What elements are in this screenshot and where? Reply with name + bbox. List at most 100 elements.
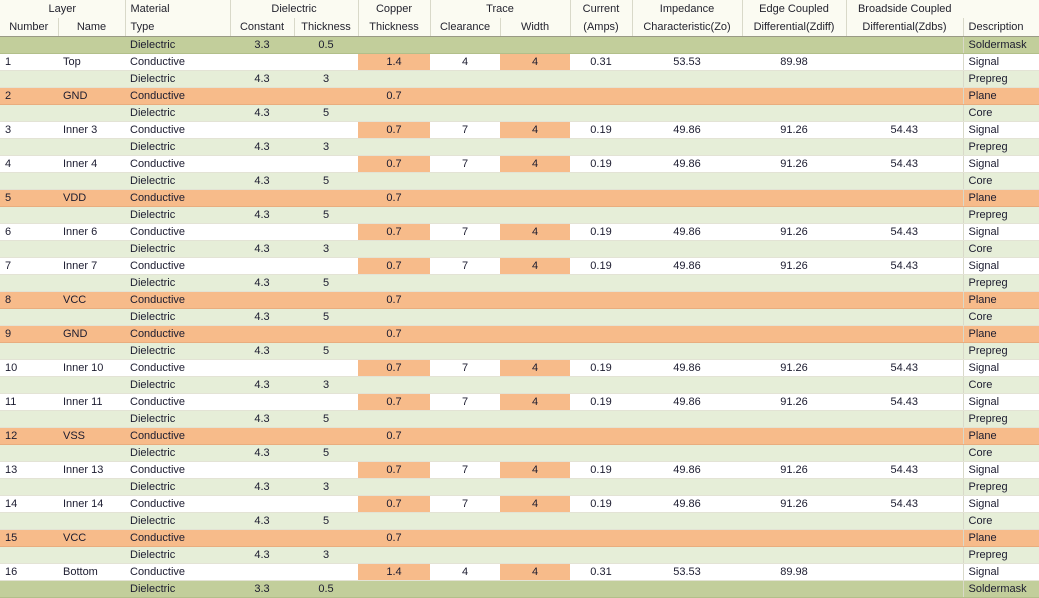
cell-dielectric-constant[interactable]: 4.3 bbox=[230, 308, 294, 326]
cell-layer-name[interactable] bbox=[58, 104, 125, 122]
cell-broadside-coupled-zdbs[interactable] bbox=[846, 427, 964, 445]
cell-edge-coupled-zdiff[interactable] bbox=[742, 172, 847, 190]
cell-broadside-coupled-zdbs[interactable]: 54.43 bbox=[846, 495, 964, 513]
cell-description[interactable]: Prepreg bbox=[962, 206, 1039, 224]
cell-broadside-coupled-zdbs[interactable] bbox=[846, 512, 964, 530]
cell-layer-number[interactable] bbox=[0, 104, 58, 122]
cell-trace-width[interactable] bbox=[500, 308, 571, 326]
cell-dielectric-constant[interactable]: 4.3 bbox=[230, 274, 294, 292]
header-col-number[interactable]: Number bbox=[0, 18, 58, 37]
cell-impedance-zo[interactable] bbox=[632, 206, 743, 224]
cell-broadside-coupled-zdbs[interactable] bbox=[846, 87, 964, 105]
cell-trace-width[interactable] bbox=[500, 580, 571, 598]
cell-current-amps[interactable]: 0.19 bbox=[570, 121, 633, 139]
cell-layer-number[interactable]: 2 bbox=[0, 87, 58, 105]
table-row[interactable]: Dielectric 4.3 5 Prepreg bbox=[0, 342, 1039, 360]
cell-description[interactable]: Plane bbox=[962, 189, 1039, 207]
cell-impedance-zo[interactable] bbox=[632, 189, 743, 207]
cell-trace-clearance[interactable] bbox=[430, 308, 501, 326]
cell-impedance-zo[interactable] bbox=[632, 444, 743, 462]
cell-description[interactable]: Signal bbox=[962, 257, 1039, 275]
cell-layer-number[interactable]: 16 bbox=[0, 563, 58, 581]
cell-broadside-coupled-zdbs[interactable]: 54.43 bbox=[846, 223, 964, 241]
cell-impedance-zo[interactable] bbox=[632, 546, 743, 564]
cell-dielectric-constant[interactable] bbox=[230, 223, 294, 241]
cell-description[interactable]: Prepreg bbox=[962, 546, 1039, 564]
cell-current-amps[interactable]: 0.19 bbox=[570, 393, 633, 411]
cell-description[interactable]: Plane bbox=[962, 529, 1039, 547]
cell-broadside-coupled-zdbs[interactable] bbox=[846, 308, 964, 326]
cell-broadside-coupled-zdbs[interactable] bbox=[846, 478, 964, 496]
cell-trace-clearance[interactable] bbox=[430, 240, 501, 258]
cell-dielectric-constant[interactable] bbox=[230, 291, 294, 309]
cell-current-amps[interactable] bbox=[570, 274, 633, 292]
cell-trace-clearance[interactable] bbox=[430, 274, 501, 292]
cell-trace-clearance[interactable]: 4 bbox=[430, 53, 501, 71]
cell-broadside-coupled-zdbs[interactable] bbox=[846, 342, 964, 360]
cell-description[interactable]: Signal bbox=[962, 121, 1039, 139]
cell-dielectric-constant[interactable] bbox=[230, 359, 294, 377]
cell-trace-clearance[interactable] bbox=[430, 291, 501, 309]
header-col-impedance-zo[interactable]: Characteristic(Zo) bbox=[631, 18, 743, 37]
cell-broadside-coupled-zdbs[interactable] bbox=[846, 376, 964, 394]
cell-dielectric-constant[interactable] bbox=[230, 53, 294, 71]
cell-copper-thickness[interactable] bbox=[358, 410, 431, 428]
table-row[interactable]: 10 Inner 10 Conductive 0.7 7 4 0.19 49.86 91.26 5… bbox=[0, 359, 1039, 377]
cell-dielectric-constant[interactable] bbox=[230, 121, 294, 139]
cell-dielectric-thickness[interactable]: 5 bbox=[294, 274, 359, 292]
cell-dielectric-thickness[interactable] bbox=[294, 155, 359, 173]
table-row[interactable]: Dielectric 4.3 5 Core bbox=[0, 444, 1039, 462]
cell-trace-clearance[interactable]: 4 bbox=[430, 563, 501, 581]
cell-layer-name[interactable] bbox=[58, 342, 125, 360]
cell-layer-number[interactable]: 8 bbox=[0, 291, 58, 309]
table-row[interactable]: Dielectric 4.3 5 Core bbox=[0, 172, 1039, 190]
cell-layer-number[interactable] bbox=[0, 580, 58, 598]
cell-layer-name[interactable]: Inner 7 bbox=[58, 257, 125, 275]
cell-trace-clearance[interactable] bbox=[430, 427, 501, 445]
cell-material-type[interactable]: Dielectric bbox=[125, 172, 230, 190]
header-group-broadside-coupled[interactable]: Broadside Coupled bbox=[845, 0, 964, 18]
cell-broadside-coupled-zdbs[interactable] bbox=[846, 206, 964, 224]
cell-dielectric-constant[interactable]: 4.3 bbox=[230, 70, 294, 88]
table-row[interactable]: Dielectric 3.3 0.5 Soldermask bbox=[0, 36, 1039, 54]
cell-broadside-coupled-zdbs[interactable]: 54.43 bbox=[846, 359, 964, 377]
cell-current-amps[interactable] bbox=[570, 308, 633, 326]
cell-impedance-zo[interactable]: 49.86 bbox=[632, 223, 743, 241]
cell-layer-name[interactable]: Inner 6 bbox=[58, 223, 125, 241]
cell-layer-number[interactable]: 10 bbox=[0, 359, 58, 377]
cell-description[interactable]: Prepreg bbox=[962, 274, 1039, 292]
cell-description[interactable]: Signal bbox=[962, 563, 1039, 581]
cell-dielectric-thickness[interactable] bbox=[294, 291, 359, 309]
table-row[interactable]: Dielectric 4.3 3 Prepreg bbox=[0, 478, 1039, 496]
header-col-description[interactable]: Description bbox=[962, 18, 1039, 37]
cell-layer-number[interactable]: 5 bbox=[0, 189, 58, 207]
cell-description[interactable]: Soldermask bbox=[962, 580, 1039, 598]
cell-material-type[interactable]: Conductive bbox=[125, 563, 230, 581]
cell-broadside-coupled-zdbs[interactable]: 54.43 bbox=[846, 155, 964, 173]
cell-layer-number[interactable] bbox=[0, 512, 58, 530]
cell-dielectric-constant[interactable] bbox=[230, 155, 294, 173]
cell-impedance-zo[interactable] bbox=[632, 410, 743, 428]
cell-material-type[interactable]: Conductive bbox=[125, 461, 230, 479]
table-row[interactable]: Dielectric 4.3 3 Core bbox=[0, 240, 1039, 258]
cell-material-type[interactable]: Conductive bbox=[125, 155, 230, 173]
header-col-copper-thickness[interactable]: Thickness bbox=[357, 18, 431, 37]
cell-impedance-zo[interactable] bbox=[632, 376, 743, 394]
cell-trace-width[interactable] bbox=[500, 376, 571, 394]
cell-current-amps[interactable] bbox=[570, 478, 633, 496]
cell-trace-clearance[interactable] bbox=[430, 546, 501, 564]
cell-dielectric-constant[interactable]: 4.3 bbox=[230, 342, 294, 360]
cell-layer-name[interactable] bbox=[58, 410, 125, 428]
table-row[interactable]: 1 Top Conductive 1.4 4 4 0.31 53.53 89.98 Signal bbox=[0, 53, 1039, 71]
cell-dielectric-thickness[interactable] bbox=[294, 529, 359, 547]
cell-copper-thickness[interactable] bbox=[358, 580, 431, 598]
cell-broadside-coupled-zdbs[interactable]: 54.43 bbox=[846, 121, 964, 139]
cell-description[interactable]: Signal bbox=[962, 461, 1039, 479]
cell-material-type[interactable]: Conductive bbox=[125, 53, 230, 71]
cell-trace-clearance[interactable] bbox=[430, 87, 501, 105]
cell-dielectric-constant[interactable] bbox=[230, 529, 294, 547]
cell-description[interactable]: Signal bbox=[962, 223, 1039, 241]
cell-copper-thickness[interactable] bbox=[358, 36, 431, 54]
cell-dielectric-thickness[interactable] bbox=[294, 461, 359, 479]
table-row[interactable]: Dielectric 4.3 3 Prepreg bbox=[0, 138, 1039, 156]
